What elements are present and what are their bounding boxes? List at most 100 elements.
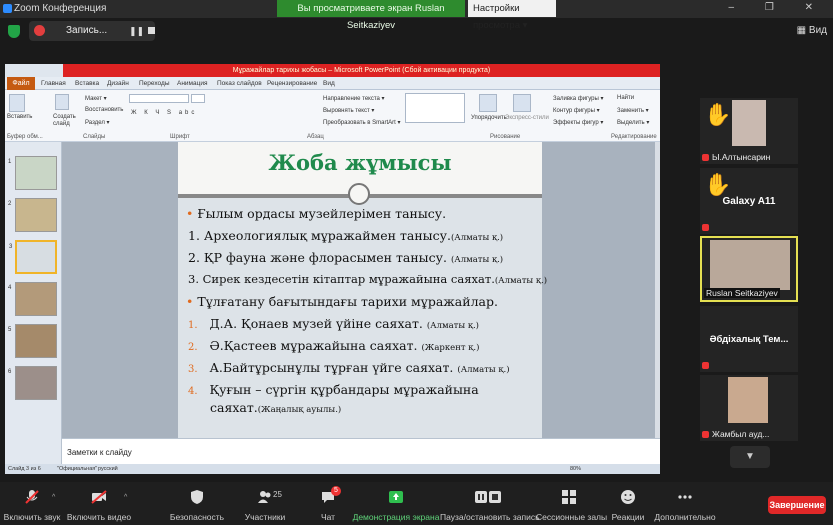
new-slide-icon[interactable]	[55, 94, 69, 110]
ppt-status-bar: Слайд 3 из 6 "Официальная" русский 80%	[5, 464, 660, 474]
chevron-down-icon[interactable]: ▼	[730, 446, 770, 468]
layout-button[interactable]: Макет ▾	[85, 95, 107, 102]
raised-hand-icon: ✋	[704, 102, 732, 127]
font-format-buttons[interactable]: Ж К Ч S abc	[131, 110, 197, 116]
paste-icon[interactable]	[9, 94, 25, 112]
shape-fill-button[interactable]: Заливка фигуры ▾	[553, 95, 604, 102]
muted-mic-icon	[702, 154, 709, 161]
slide-editing-area: Жоба жұмысы • Ғылым ордасы музейлерімен …	[62, 142, 660, 438]
ppt-tab-view[interactable]: Вид	[323, 80, 335, 87]
participant-video	[732, 100, 766, 146]
audio-options-caret[interactable]: ^	[52, 494, 55, 501]
shapes-gallery[interactable]	[405, 93, 465, 123]
ppt-quick-access-toolbar[interactable]	[5, 64, 63, 77]
slide-line: 2. Ә.Қастеев мұражайына саяхат. (Жаркент…	[188, 338, 480, 353]
chat-button[interactable]: 5 Чат	[310, 482, 346, 525]
slide-thumbnail[interactable]: 5	[8, 324, 57, 358]
window-title: Zoom Конференция	[14, 3, 107, 14]
participants-button[interactable]: 25 Участники	[240, 482, 290, 525]
view-options-button[interactable]: Настройки просмотра ▾	[468, 0, 556, 31]
slide-thumbnail[interactable]: 2	[8, 198, 57, 232]
find-button[interactable]: Найти	[617, 95, 634, 101]
participant-tile[interactable]: ✋ Galaxy A11	[700, 168, 798, 234]
security-button[interactable]: Безопасность	[166, 482, 228, 525]
ppt-ribbon-tabs: Главная Вставка Дизайн Переходы Анимация…	[5, 77, 660, 90]
font-name-field[interactable]	[129, 94, 189, 103]
ppt-tab-animation[interactable]: Анимация	[177, 80, 208, 87]
participant-tile[interactable]: ✋ Ы.Алтынсарин	[700, 98, 798, 164]
security-shield-icon[interactable]	[8, 25, 20, 38]
slide-line: 3. Сирек кездесетін кітаптар мұражайына …	[188, 272, 548, 286]
reset-button[interactable]: Восстановить	[85, 107, 123, 113]
shield-icon	[191, 490, 203, 504]
zoom-level[interactable]: 80%	[570, 466, 581, 472]
participants-icon	[258, 491, 271, 503]
ppt-tab-insert[interactable]: Вставка	[75, 80, 99, 87]
notes-placeholder: Заметки к слайду	[67, 448, 132, 457]
gallery-view-button[interactable]: ▦ Вид	[797, 25, 827, 36]
audio-button[interactable]: Включить звук	[0, 482, 64, 525]
slide-thumbnail[interactable]: 1	[8, 156, 57, 190]
text-direction-button[interactable]: Направление текста ▾	[323, 95, 385, 102]
ppt-tab-home[interactable]: Главная	[41, 80, 66, 87]
gallery-view-label: Вид	[808, 25, 827, 36]
grid-icon: ▦	[796, 25, 809, 36]
ppt-tab-design[interactable]: Дизайн	[107, 80, 129, 87]
new-slide-label[interactable]: Создать слайд	[53, 114, 76, 128]
slide-line: 2. ҚР фауна және флорасымен танысу. (Алм…	[188, 250, 504, 265]
smartart-button[interactable]: Преобразовать в SmartArt ▾	[323, 119, 400, 126]
participant-name: Ruslan Seitkaziyev	[704, 288, 780, 298]
theme-name: "Официальная"	[57, 466, 98, 472]
ppt-file-tab[interactable]: Файл	[7, 77, 35, 90]
quick-styles-label[interactable]: Экспресс-стили	[505, 115, 549, 121]
drawing-group-label: Рисование	[490, 134, 521, 140]
sharing-banner: Вы просматриваете экран Ruslan Seitkaziy…	[277, 0, 465, 31]
shape-effects-button[interactable]: Эффекты фигур ▾	[553, 119, 603, 126]
video-button[interactable]: Включить видео	[66, 482, 132, 525]
pause-stop-icon	[475, 491, 501, 503]
participant-name: Galaxy A11	[722, 196, 776, 207]
participant-video	[710, 240, 790, 290]
slide-thumbnail[interactable]: 6	[8, 366, 57, 400]
slide-counter: Слайд 3 из 6	[8, 466, 41, 472]
notes-pane[interactable]: Заметки к слайду	[62, 438, 660, 464]
select-button[interactable]: Выделить ▾	[617, 119, 649, 126]
active-speaker-tile[interactable]: Ruslan Seitkaziyev	[700, 236, 798, 302]
slide-thumbnail-panel: 1 2 3 4 5 6	[5, 142, 62, 464]
slide-line: • Ғылым ордасы музейлерімен танысу.	[186, 206, 447, 221]
font-group-label: Шрифт	[170, 134, 190, 140]
video-off-icon	[91, 490, 107, 504]
participant-tile[interactable]: Әбдіхалық Тем...	[700, 306, 798, 372]
participant-tile[interactable]: Жамбыл ауд...	[700, 375, 798, 441]
video-options-caret[interactable]: ^	[124, 494, 127, 501]
stop-recording-icon[interactable]	[148, 27, 155, 34]
muted-mic-icon	[702, 431, 709, 438]
breakout-rooms-button[interactable]: Сессионные залы	[536, 482, 607, 525]
arrange-icon[interactable]	[479, 94, 497, 112]
arrange-label[interactable]: Упорядочить	[471, 115, 507, 121]
participant-count: 25	[273, 490, 282, 499]
pause-recording-icon[interactable]: ❚❚	[129, 26, 144, 37]
slide-thumbnail[interactable]: 4	[8, 282, 57, 316]
ppt-tab-transitions[interactable]: Переходы	[139, 80, 170, 87]
share-screen-button[interactable]: Демонстрация экрана	[352, 482, 440, 525]
slide-thumbnail-selected[interactable]: 3	[9, 240, 57, 274]
vertical-scrollbar[interactable]	[655, 142, 660, 438]
paste-label[interactable]: Вставить	[7, 114, 32, 120]
window-controls[interactable]: ‒ ❐ ✕	[729, 2, 827, 13]
chat-badge: 5	[331, 486, 341, 496]
more-button[interactable]: Дополнительно	[652, 482, 718, 525]
ppt-tab-slideshow[interactable]: Показ слайдов	[217, 80, 262, 87]
share-screen-icon	[389, 491, 403, 503]
pause-stop-recording-button[interactable]: Пауза/остановить запись	[440, 482, 540, 525]
align-text-button[interactable]: Выровнять текст ▾	[323, 107, 374, 114]
ppt-tab-review[interactable]: Рецензирование	[267, 80, 317, 87]
section-button[interactable]: Раздел ▾	[85, 119, 110, 126]
current-slide[interactable]: Жоба жұмысы • Ғылым ордасы музейлерімен …	[178, 142, 547, 438]
reactions-button[interactable]: Реакции	[606, 482, 650, 525]
quick-styles-icon[interactable]	[513, 94, 531, 112]
shape-outline-button[interactable]: Контур фигуры ▾	[553, 107, 600, 114]
end-meeting-button[interactable]: Завершение	[768, 496, 826, 514]
replace-button[interactable]: Заменить ▾	[617, 107, 649, 114]
font-size-field[interactable]	[191, 94, 205, 103]
